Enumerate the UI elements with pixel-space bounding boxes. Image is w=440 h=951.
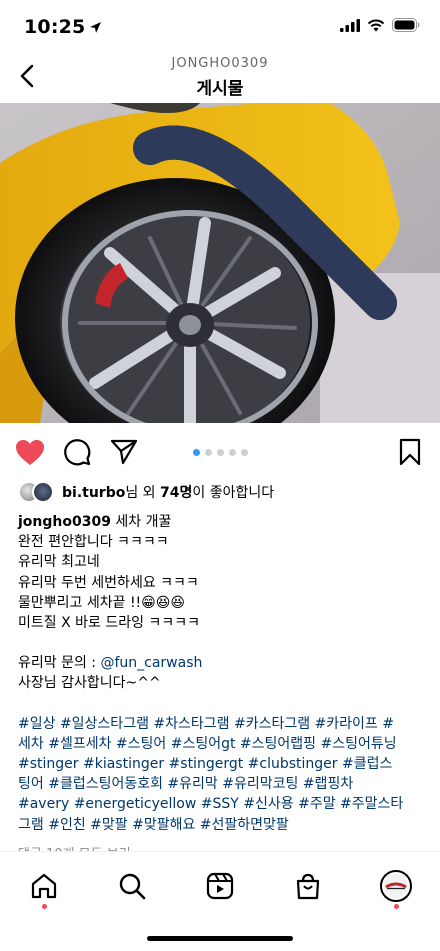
post-image[interactable] [0,103,440,423]
likes-count[interactable]: 74명 [160,485,192,501]
post-header: JONGHO0309 게시물 [0,54,440,100]
search-icon [119,873,146,900]
caption-line: 유리막 두번 세번하세요 ㅋㅋㅋ [18,574,199,591]
carousel-dot [193,449,200,456]
avatar [32,481,54,503]
liker-username[interactable]: bi.turbo [62,485,125,501]
hashtag-line[interactable]: #avery #energeticyellow #SSY #신사용 #주말 #주… [18,794,426,814]
caption-line: 유리막 최고네 [18,554,100,571]
carousel-dot [217,449,224,456]
nav-search[interactable] [114,868,150,904]
status-time: 10:25 [24,16,102,38]
hashtag-line[interactable]: 팅어 #클럽스팅어동호회 #유리막 #유리막코팅 #랩핑차 [18,774,426,794]
caption-thanks: 사장님 감사합니다~^^ [18,675,161,692]
page-title: 게시물 [196,79,244,99]
carousel-indicator [193,449,248,456]
send-icon [110,439,138,465]
likes-text-part: 님 외 [125,485,161,501]
bookmark-icon [399,438,421,466]
carousel-dot [229,449,236,456]
inquiry-mention[interactable]: @fun_carwash [100,655,202,671]
comment-icon [64,439,91,466]
caption-author[interactable]: jongho0309 [18,514,111,530]
hashtags[interactable]: #일상 #일상스타그램 #차스타그램 #카스타그램 #카라이프 # 세차 #셀프… [18,714,426,835]
post-actions [0,432,440,472]
signal-icon [340,18,360,32]
notification-dot [42,904,47,909]
status-icons [340,18,420,32]
caption-line: 완전 편안합니다 ㅋㅋㅋㅋ [18,534,169,551]
caption-first-line: 세차 개꿀 [110,514,172,530]
shop-icon [296,873,320,900]
header-username: JONGHO0309 [171,56,269,71]
nav-shop[interactable] [290,868,326,904]
save-button[interactable] [394,436,426,468]
caption-line: 물만뿌리고 세차끝 !!😁😆😆 [18,594,185,611]
profile-avatar [380,870,412,902]
hashtag-line[interactable]: #stinger #kiastinger #stingergt #clubsti… [18,754,426,774]
caption-line: 미트질 X 바로 드라잉 ㅋㅋㅋㅋ [18,615,200,632]
car-wheel-photo [0,103,440,423]
nav-home[interactable] [26,868,62,904]
likes-summary[interactable]: bi.turbo님 외 74명이 좋아합니다 [18,480,274,504]
comment-button[interactable] [61,436,93,468]
nav-reels[interactable] [202,868,238,904]
home-icon [31,873,57,899]
carousel-dot [205,449,212,456]
liker-avatars [18,481,58,503]
likes-text: bi.turbo님 외 74명이 좋아합니다 [62,482,274,502]
wifi-icon [367,19,385,31]
inquiry-label: 유리막 문의 : [18,655,101,672]
likes-text-part: 이 좋아합니다 [192,485,275,501]
share-button[interactable] [108,436,140,468]
hashtag-line[interactable]: 그램 #인친 #맞팔 #맞팔해요 #선팔하면맞팔 [18,815,426,835]
battery-icon [392,18,420,32]
status-bar: 10:25 [0,0,440,54]
heart-icon [16,439,44,465]
reels-icon [206,872,234,900]
hashtag-line[interactable]: #일상 #일상스타그램 #차스타그램 #카스타그램 #카라이프 # [18,714,426,734]
home-indicator [147,936,293,941]
post-caption: jongho0309 세차 개꿀 완전 편안합니다 ㅋㅋㅋㅋ 유리막 최고네 유… [18,512,426,835]
hashtag-line[interactable]: 세차 #셀프세차 #스팅어 #스팅어gt #스팅어랩핑 #스팅어튜닝 [18,734,426,754]
nav-profile[interactable] [378,868,414,904]
notification-dot [394,904,399,909]
like-button[interactable] [14,436,46,468]
carousel-dot [241,449,248,456]
clock: 10:25 [24,16,86,38]
location-arrow-icon [90,21,102,33]
